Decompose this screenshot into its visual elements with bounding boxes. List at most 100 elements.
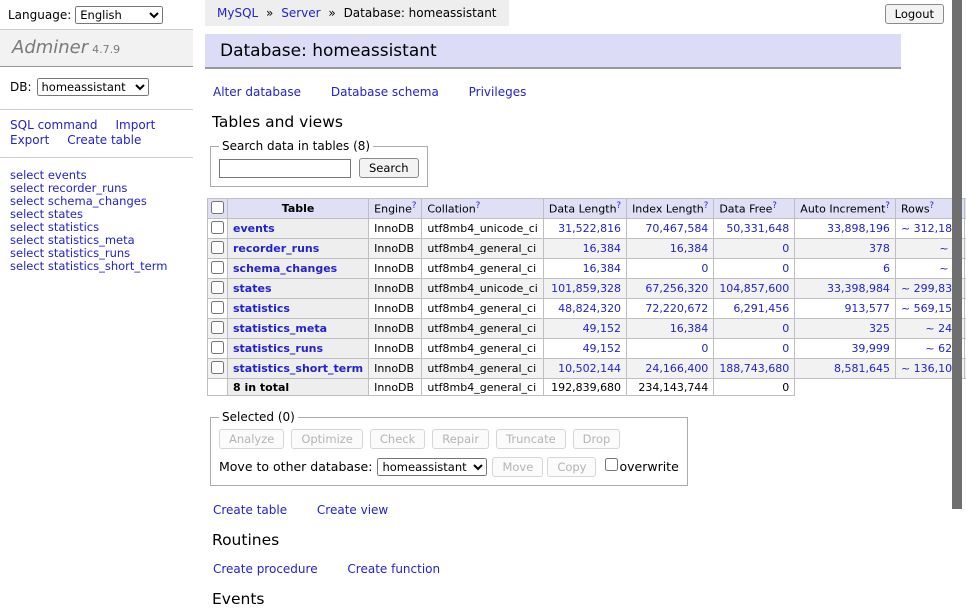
help-link[interactable]: ? — [617, 201, 622, 211]
row-checkbox[interactable] — [211, 261, 224, 274]
privileges-link[interactable]: Privileges — [469, 85, 527, 99]
help-link[interactable]: ? — [930, 201, 935, 211]
auto-increment-link[interactable]: 913,577 — [844, 302, 890, 315]
row-checkbox[interactable] — [211, 361, 224, 374]
auto-increment-link[interactable]: 33,898,196 — [827, 222, 890, 235]
data-length-link[interactable]: 49,152 — [583, 342, 622, 355]
create-table-link[interactable]: Create table — [213, 503, 287, 517]
auto-increment-link[interactable]: 325 — [869, 322, 890, 335]
create-view-link[interactable]: Create view — [317, 503, 388, 517]
data-free-link[interactable]: 6,291,456 — [733, 302, 789, 315]
index-length-link[interactable]: 67,256,320 — [645, 282, 708, 295]
auto-increment-link[interactable]: 33,398,984 — [827, 282, 890, 295]
index-length-link[interactable]: 0 — [701, 262, 708, 275]
table-link[interactable]: statistics_runs — [233, 342, 323, 355]
table-link[interactable]: statistics_meta — [233, 322, 327, 335]
column-header-engine: Engine? — [369, 199, 422, 219]
create-procedure-link[interactable]: Create procedure — [213, 562, 318, 576]
drop-button[interactable]: Drop — [573, 429, 621, 449]
index-length-link[interactable]: 16,384 — [670, 322, 709, 335]
create-function-link[interactable]: Create function — [347, 562, 440, 576]
data-length-link[interactable]: 16,384 — [583, 262, 622, 275]
table-row-schema-changes: schema_changes InnoDB utf8mb4_general_ci… — [208, 259, 966, 279]
check-button[interactable]: Check — [370, 429, 425, 449]
rows-count-link[interactable]: ~ 312,180 — [901, 222, 959, 235]
table-total-row: 8 in total InnoDB utf8mb4_general_ci 192… — [208, 379, 966, 396]
help-link[interactable]: ? — [412, 201, 417, 211]
search-input[interactable] — [219, 159, 351, 178]
table-link[interactable]: recorder_runs — [233, 242, 319, 255]
index-length-link[interactable]: 24,166,400 — [645, 362, 708, 375]
index-length-link[interactable]: 72,220,672 — [645, 302, 708, 315]
data-length-link[interactable]: 101,859,328 — [551, 282, 621, 295]
breadcrumb-server-link[interactable]: Server — [281, 6, 320, 20]
table-link[interactable]: schema_changes — [233, 262, 337, 275]
data-length-link[interactable]: 49,152 — [583, 322, 622, 335]
table-row-statistics-short-term: statistics_short_term InnoDB utf8mb4_gen… — [208, 359, 966, 379]
rows-count-link[interactable]: ~ 136,108 — [901, 362, 959, 375]
routines-heading: Routines — [212, 531, 915, 549]
data-free-link[interactable]: 0 — [782, 262, 789, 275]
sidebar-item-select-statistics-short-term[interactable]: select statistics_short_term — [10, 260, 185, 273]
row-checkbox[interactable] — [211, 301, 224, 314]
move-db-select[interactable]: homeassistant — [377, 458, 487, 476]
database-schema-link[interactable]: Database schema — [331, 85, 439, 99]
table-link[interactable]: statistics — [233, 302, 290, 315]
help-link[interactable]: ? — [772, 201, 777, 211]
help-link[interactable]: ? — [704, 201, 709, 211]
vertical-scrollbar-thumb[interactable] — [952, 0, 962, 509]
row-checkbox[interactable] — [211, 221, 224, 234]
index-length-link[interactable]: 0 — [701, 342, 708, 355]
row-checkbox[interactable] — [211, 321, 224, 334]
adminer-brand-link[interactable]: Adminer — [12, 37, 88, 58]
analyze-button[interactable]: Analyze — [219, 429, 284, 449]
index-length-link[interactable]: 16,384 — [670, 242, 709, 255]
import-link[interactable]: Import — [115, 118, 155, 132]
table-link[interactable]: states — [233, 282, 272, 295]
index-length-link[interactable]: 70,467,584 — [645, 222, 708, 235]
create-table-link-sidebar[interactable]: Create table — [67, 133, 141, 147]
data-free-link[interactable]: 104,857,600 — [719, 282, 789, 295]
row-checkbox[interactable] — [211, 281, 224, 294]
data-length-link[interactable]: 16,384 — [583, 242, 622, 255]
export-link[interactable]: Export — [10, 133, 49, 147]
data-length-link[interactable]: 48,824,320 — [558, 302, 621, 315]
auto-increment-link[interactable]: 6 — [883, 262, 890, 275]
db-selector-row: DB:homeassistant — [0, 67, 193, 110]
events-heading: Events — [212, 590, 915, 608]
breadcrumb-mysql-link[interactable]: MySQL — [217, 6, 258, 20]
truncate-button[interactable]: Truncate — [496, 429, 566, 449]
data-free-link[interactable]: 0 — [782, 322, 789, 335]
main-content: Alter database Database schema Privilege… — [205, 71, 915, 608]
help-link[interactable]: ? — [885, 201, 890, 211]
language-select[interactable]: English — [75, 6, 163, 24]
optimize-button[interactable]: Optimize — [291, 429, 363, 449]
db-select[interactable]: homeassistant — [37, 78, 149, 96]
data-free-link[interactable]: 0 — [782, 342, 789, 355]
rows-count-link[interactable]: ~ 299,833 — [901, 282, 959, 295]
sql-command-link[interactable]: SQL command — [10, 118, 97, 132]
select-all-checkbox[interactable] — [211, 201, 224, 214]
auto-increment-link[interactable]: 8,581,645 — [834, 362, 890, 375]
table-link[interactable]: events — [233, 222, 275, 235]
adminer-logo: Adminer4.7.9 — [0, 30, 193, 67]
help-link[interactable]: ? — [476, 201, 481, 211]
auto-increment-link[interactable]: 39,999 — [851, 342, 890, 355]
data-length-link[interactable]: 31,522,816 — [558, 222, 621, 235]
move-button[interactable]: Move — [492, 457, 543, 477]
search-button[interactable]: Search — [359, 158, 419, 178]
logout-button[interactable]: Logout — [885, 4, 944, 24]
repair-button[interactable]: Repair — [432, 429, 489, 449]
row-checkbox[interactable] — [211, 241, 224, 254]
data-free-link[interactable]: 0 — [782, 242, 789, 255]
alter-database-link[interactable]: Alter database — [213, 85, 301, 99]
copy-button[interactable]: Copy — [547, 457, 596, 477]
auto-increment-link[interactable]: 378 — [869, 242, 890, 255]
data-free-link[interactable]: 50,331,648 — [726, 222, 789, 235]
row-checkbox[interactable] — [211, 341, 224, 354]
data-length-link[interactable]: 10,502,144 — [558, 362, 621, 375]
data-free-link[interactable]: 188,743,680 — [719, 362, 789, 375]
table-link[interactable]: statistics_short_term — [233, 362, 363, 375]
rows-count-link[interactable]: ~ 569,159 — [901, 302, 959, 315]
overwrite-checkbox[interactable] — [605, 458, 618, 471]
